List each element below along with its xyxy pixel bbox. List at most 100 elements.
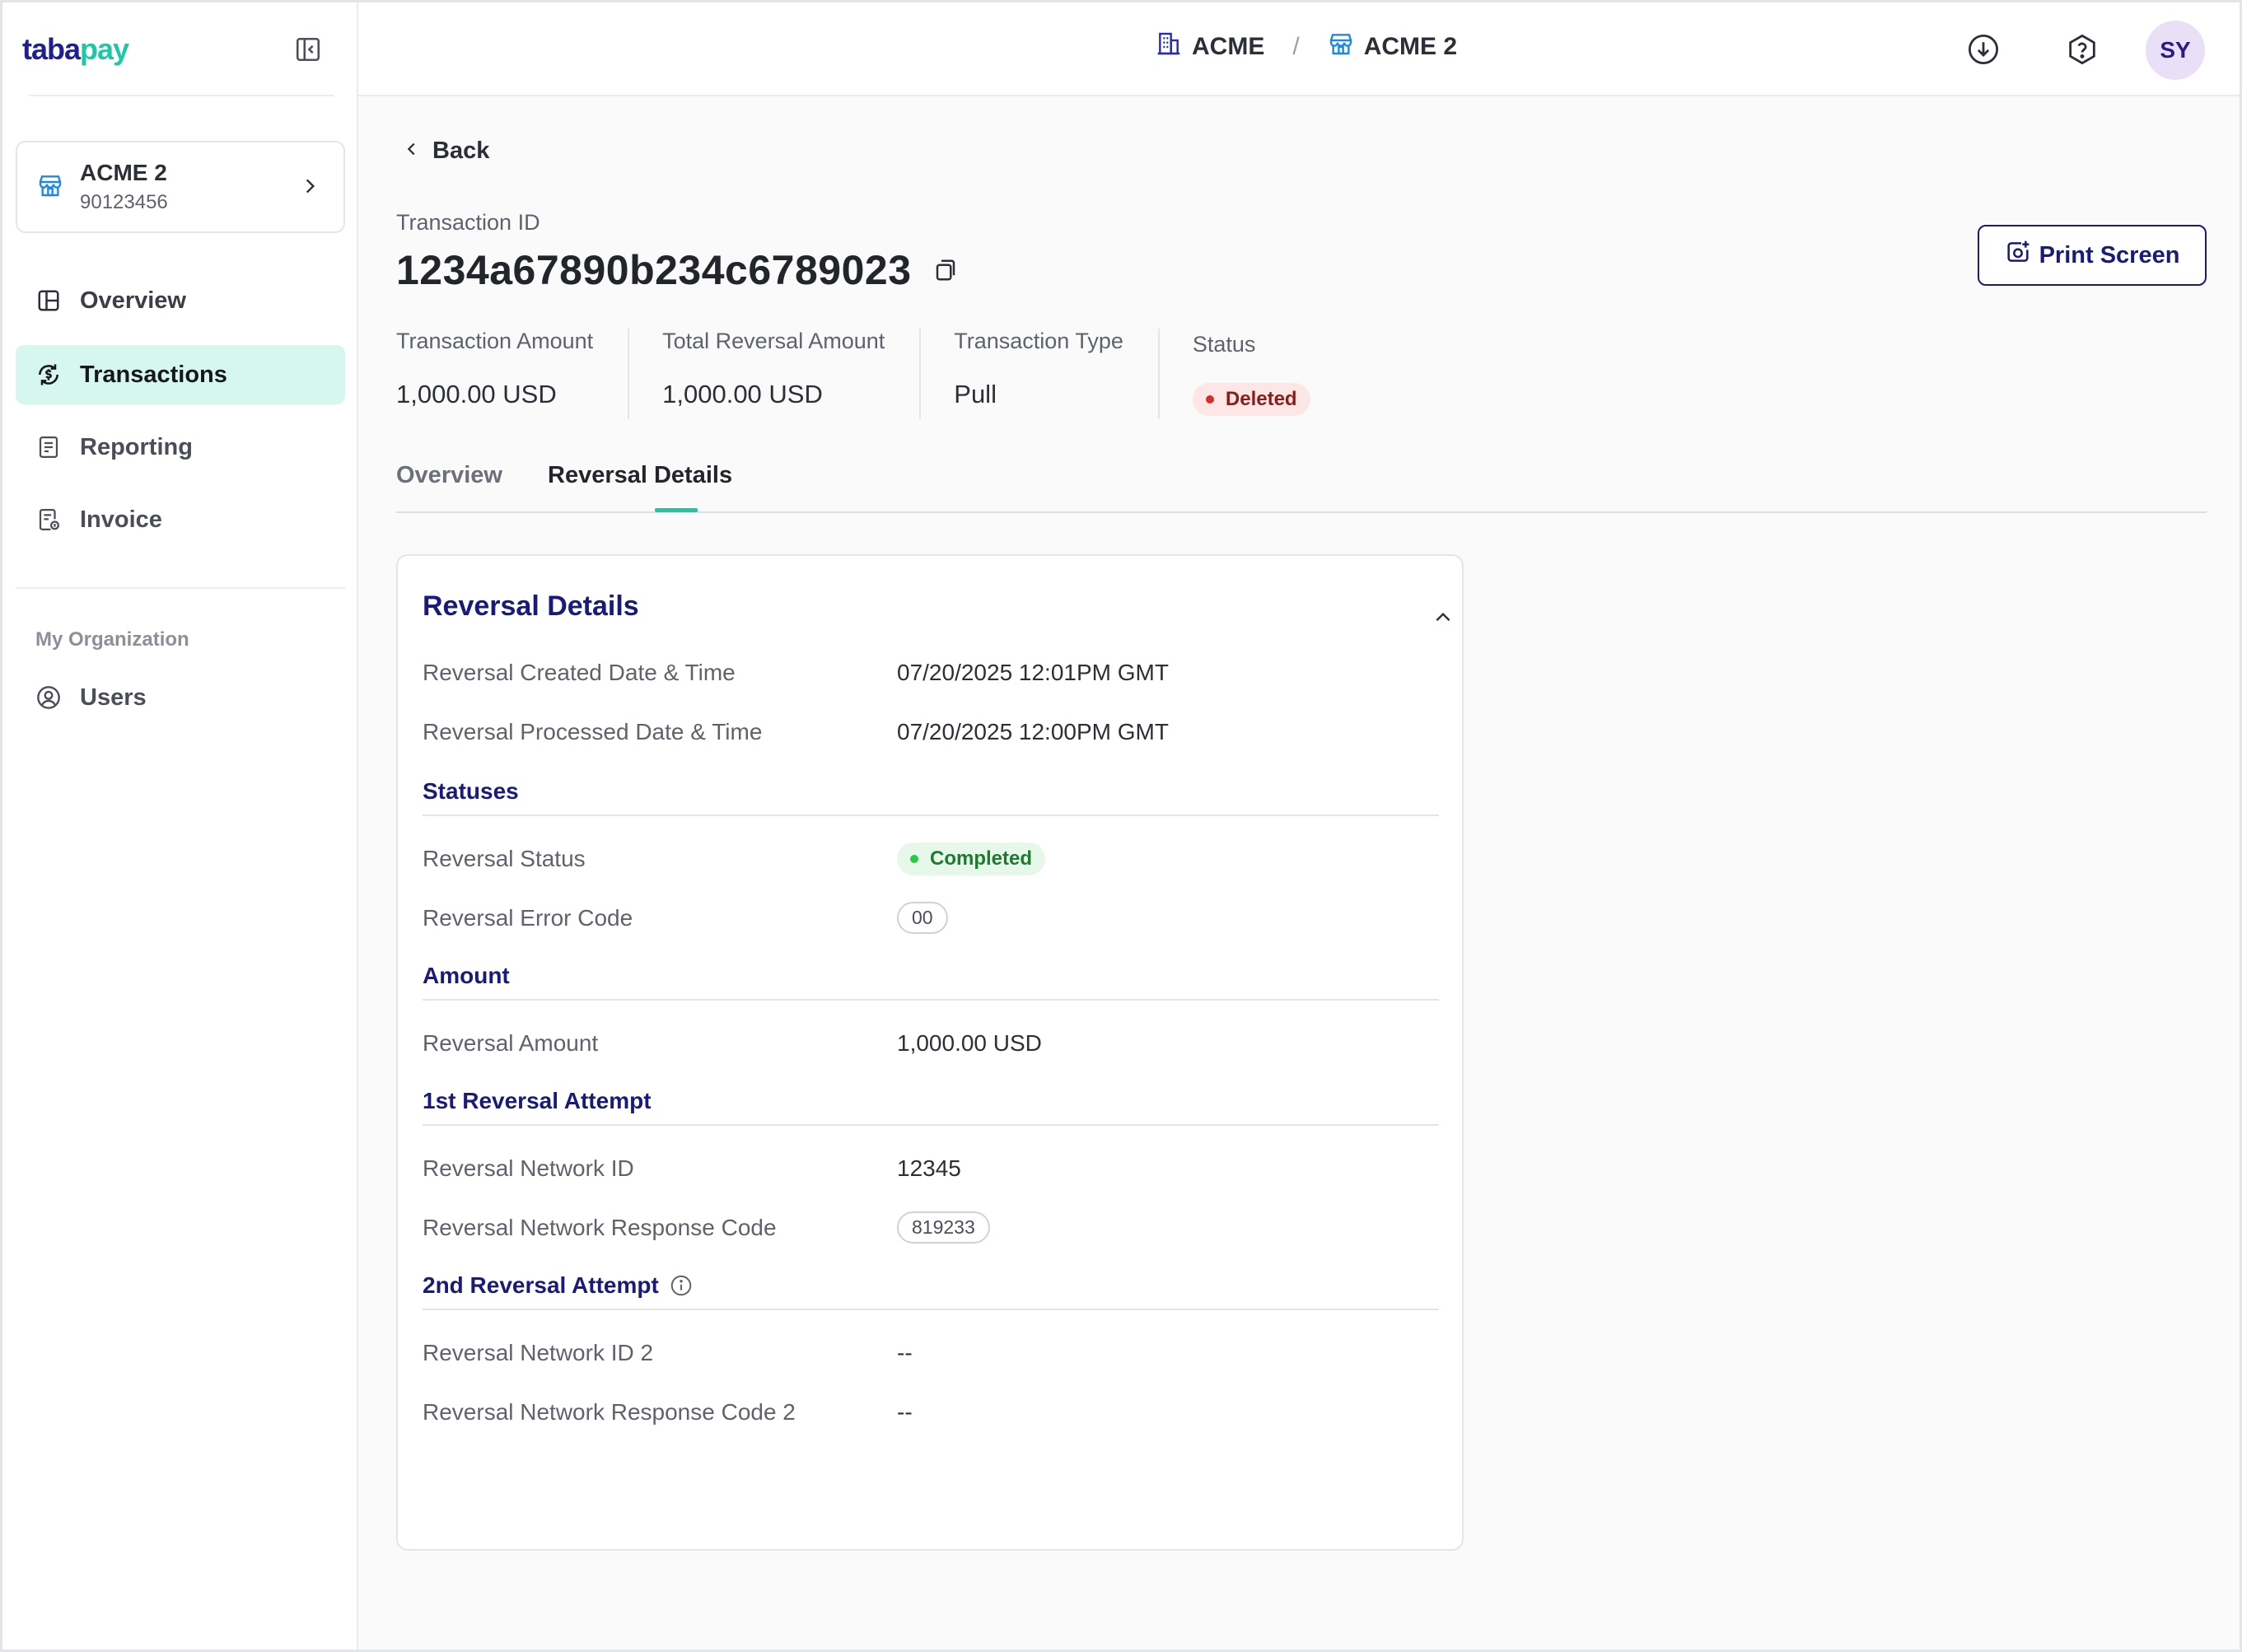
section-1st-attempt: 1st Reversal Attempt <box>423 1088 652 1113</box>
summary-label: Total Reversal Amount <box>662 329 885 353</box>
tab-reversal-details[interactable]: Reversal Details <box>548 462 732 489</box>
transaction-id-value: 1234a67890b234c6789023 <box>396 247 912 293</box>
summary-label: Transaction Amount <box>396 329 594 353</box>
section-2nd-attempt: 2nd Reversal Attempt <box>423 1272 694 1299</box>
network-id-2-value: -- <box>897 1340 913 1365</box>
chevron-right-icon <box>299 175 320 201</box>
sidebar-collapse-icon[interactable] <box>294 35 322 63</box>
status-dot-icon <box>910 855 918 863</box>
breadcrumb-label: ACME <box>1192 33 1265 60</box>
divider <box>423 1124 1439 1126</box>
breadcrumb-label: ACME 2 <box>1363 33 1458 60</box>
report-icon <box>35 434 62 460</box>
divider <box>29 95 334 96</box>
sidebar-item-label: Transactions <box>80 361 227 388</box>
section-2nd-attempt-label: 2nd Reversal Attempt <box>423 1272 659 1298</box>
sidebar-item-label: Users <box>80 684 147 711</box>
logo-text-1: taba <box>22 32 81 66</box>
section-statuses: Statuses <box>423 778 519 804</box>
top-header: ACME / ACME 2 SY <box>358 2 2240 96</box>
breadcrumb-item-acme[interactable]: ACME <box>1156 30 1264 63</box>
divider <box>423 814 1439 816</box>
network-id-label: Reversal Network ID <box>423 1155 634 1181</box>
reversal-amount-label: Reversal Amount <box>423 1030 599 1056</box>
chevron-up-icon[interactable] <box>1432 607 1454 632</box>
created-datetime-value: 07/20/2025 12:01PM GMT <box>897 660 1169 685</box>
sidebar-item-label: Invoice <box>80 506 162 533</box>
sidebar-item-overview[interactable]: Overview <box>16 271 345 330</box>
camera-icon <box>2005 239 2039 272</box>
sidebar-item-label: Overview <box>80 287 186 314</box>
reversal-status-label: Reversal Status <box>423 846 586 871</box>
breadcrumb-separator: / <box>1292 33 1300 60</box>
network-id-2-label: Reversal Network ID 2 <box>423 1340 654 1365</box>
summary-transaction-amount: Transaction Amount 1,000.00 USD <box>396 329 628 419</box>
sidebar-item-reporting[interactable]: Reporting <box>16 418 345 477</box>
breadcrumb: ACME / ACME 2 <box>1156 30 1457 63</box>
summary-value: 1,000.00 USD <box>396 380 557 408</box>
main-content: Back Transaction ID 1234a67890b234c67890… <box>358 96 2240 1650</box>
response-code-label: Reversal Network Response Code <box>423 1215 777 1240</box>
divider <box>423 1309 1439 1310</box>
user-avatar[interactable]: SY <box>2146 21 2205 80</box>
status-dot-icon <box>1205 395 1214 404</box>
building-icon <box>1156 30 1192 63</box>
card-title: Reversal Details <box>423 590 639 622</box>
summary-value: 1,000.00 USD <box>662 380 823 408</box>
response-code-2-value: -- <box>897 1399 913 1425</box>
store-icon <box>37 172 63 203</box>
summary-value: Pull <box>954 380 997 408</box>
sidebar: taba pay ACME 2 90123456 Overview Transa… <box>2 2 358 1650</box>
user-icon <box>35 684 62 711</box>
transaction-id-label: Transaction ID <box>396 210 540 235</box>
summary-transaction-type: Transaction Type Pull <box>919 329 1158 419</box>
processed-datetime-value: 07/20/2025 12:00PM GMT <box>897 719 1169 744</box>
tab-bar: Overview Reversal Details <box>396 462 2207 513</box>
reversal-status-badge: Completed <box>897 842 1046 875</box>
section-label-my-organization: My Organization <box>35 628 189 651</box>
section-amount: Amount <box>423 963 510 988</box>
app-window: taba pay ACME 2 90123456 Overview Transa… <box>0 0 2242 1652</box>
layout-icon <box>35 287 62 314</box>
error-code-label: Reversal Error Code <box>423 905 633 931</box>
breadcrumb-item-acme-2[interactable]: ACME 2 <box>1328 30 1457 63</box>
sidebar-item-label: Reporting <box>80 433 193 460</box>
print-screen-button[interactable]: Print Screen <box>1978 225 2207 286</box>
active-tab-indicator <box>655 508 698 512</box>
status-badge: Deleted <box>1192 383 1310 416</box>
response-code-badge: 819233 <box>897 1211 990 1244</box>
sidebar-item-transactions[interactable]: Transactions <box>16 345 345 404</box>
invoice-icon <box>35 506 62 533</box>
processed-datetime-label: Reversal Processed Date & Time <box>423 719 763 744</box>
transactions-icon <box>35 362 62 388</box>
transaction-summary: Transaction Amount 1,000.00 USD Total Re… <box>396 329 1345 419</box>
back-label: Back <box>432 138 490 164</box>
chevron-left-icon <box>403 138 432 165</box>
info-icon[interactable] <box>659 1273 694 1298</box>
tabapay-logo[interactable]: taba pay <box>22 21 129 78</box>
print-screen-label: Print Screen <box>2039 241 2180 268</box>
help-icon[interactable] <box>2065 32 2100 67</box>
merchant-name: ACME 2 <box>80 160 167 185</box>
download-icon[interactable] <box>1966 32 2001 67</box>
divider <box>423 999 1439 1001</box>
summary-label: Transaction Type <box>954 329 1123 353</box>
logo-text-2: pay <box>80 32 129 66</box>
reversal-amount-value: 1,000.00 USD <box>897 1030 1042 1056</box>
back-button[interactable]: Back <box>403 138 489 165</box>
sidebar-item-invoice[interactable]: Invoice <box>16 490 345 549</box>
merchant-switcher[interactable]: ACME 2 90123456 <box>16 141 345 233</box>
summary-label: Status <box>1192 332 1256 357</box>
merchant-id: 90123456 <box>80 191 168 213</box>
transaction-id: 1234a67890b234c6789023 <box>396 246 958 294</box>
summary-total-reversal-amount: Total Reversal Amount 1,000.00 USD <box>628 329 919 419</box>
copy-icon[interactable] <box>933 258 958 282</box>
divider <box>16 587 345 589</box>
response-code-2-label: Reversal Network Response Code 2 <box>423 1399 796 1425</box>
created-datetime-label: Reversal Created Date & Time <box>423 660 736 685</box>
network-id-value: 12345 <box>897 1155 961 1181</box>
tab-overview[interactable]: Overview <box>396 462 502 489</box>
reversal-details-card: Reversal Details Reversal Created Date &… <box>396 554 1464 1551</box>
summary-status: Status Deleted <box>1157 329 1345 419</box>
sidebar-item-users[interactable]: Users <box>16 668 345 727</box>
